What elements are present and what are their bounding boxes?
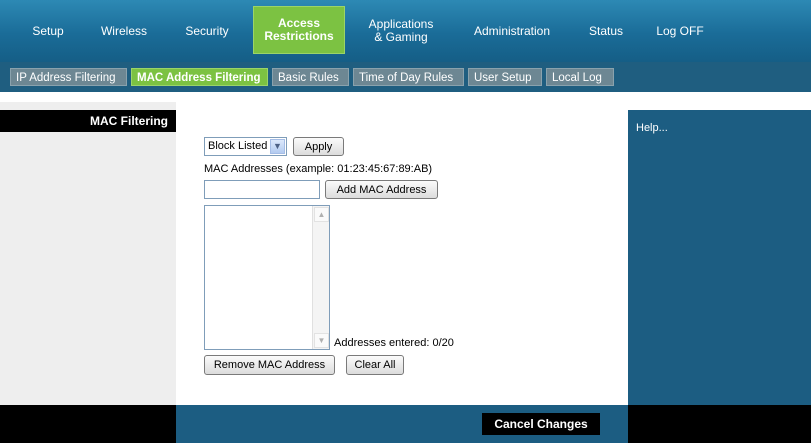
footer-bar: Cancel Changes: [0, 405, 811, 443]
help-link[interactable]: Help...: [636, 122, 668, 134]
nav-security[interactable]: Security: [176, 0, 238, 62]
mac-address-label: MAC Addresses (example: 01:23:45:67:89:A…: [204, 163, 433, 175]
tab-local-log[interactable]: Local Log: [546, 68, 614, 86]
add-mac-address-button[interactable]: Add MAC Address: [325, 180, 438, 199]
left-sidebar: MAC Filtering: [0, 102, 176, 405]
nav-administration[interactable]: Administration: [466, 0, 558, 62]
sub-navigation: IP Address Filtering MAC Address Filteri…: [0, 62, 811, 92]
nav-status[interactable]: Status: [583, 0, 629, 62]
addresses-entered-count: Addresses entered: 0/20: [334, 337, 454, 349]
tab-ip-address-filtering[interactable]: IP Address Filtering: [10, 68, 127, 86]
apply-button[interactable]: Apply: [293, 137, 344, 156]
scroll-down-icon[interactable]: ▼: [314, 333, 329, 348]
filter-mode-value: Block Listed: [208, 140, 268, 152]
tab-basic-rules[interactable]: Basic Rules: [272, 68, 349, 86]
nav-applications-gaming[interactable]: Applications & Gaming: [360, 0, 442, 62]
nav-access-restrictions-label: Access Restrictions: [264, 17, 333, 43]
nav-wireless[interactable]: Wireless: [92, 0, 156, 62]
top-navigation: Setup Wireless Security Access Restricti…: [0, 0, 811, 63]
mac-address-list[interactable]: ▲ ▼: [204, 205, 330, 350]
tab-user-setup[interactable]: User Setup: [468, 68, 542, 86]
tab-mac-address-filtering[interactable]: MAC Address Filtering: [131, 68, 268, 86]
nav-access-restrictions[interactable]: Access Restrictions: [253, 6, 345, 54]
filter-mode-select[interactable]: Block Listed ▼: [204, 137, 287, 156]
nav-applications-label: Applications & Gaming: [369, 18, 434, 44]
nav-access-line2: Restrictions: [264, 29, 334, 43]
clear-all-button[interactable]: Clear All: [346, 355, 404, 375]
nav-apps-line2: & Gaming: [374, 30, 428, 44]
spacer-band: [0, 92, 811, 102]
nav-setup[interactable]: Setup: [22, 0, 74, 62]
list-scrollbar[interactable]: ▲ ▼: [312, 206, 329, 349]
remove-mac-address-button[interactable]: Remove MAC Address: [204, 355, 335, 375]
footer-center: Cancel Changes: [176, 405, 628, 443]
cancel-changes-button[interactable]: Cancel Changes: [482, 413, 600, 435]
tab-time-of-day-rules[interactable]: Time of Day Rules: [353, 68, 464, 86]
mac-address-input[interactable]: [204, 180, 320, 199]
help-panel: Help...: [628, 110, 811, 405]
section-heading: MAC Filtering: [0, 110, 176, 132]
chevron-down-icon[interactable]: ▼: [270, 139, 285, 154]
scroll-up-icon[interactable]: ▲: [314, 207, 329, 222]
nav-logoff[interactable]: Log OFF: [654, 0, 706, 62]
main-content: Block Listed ▼ Apply MAC Addresses (exam…: [176, 102, 628, 405]
